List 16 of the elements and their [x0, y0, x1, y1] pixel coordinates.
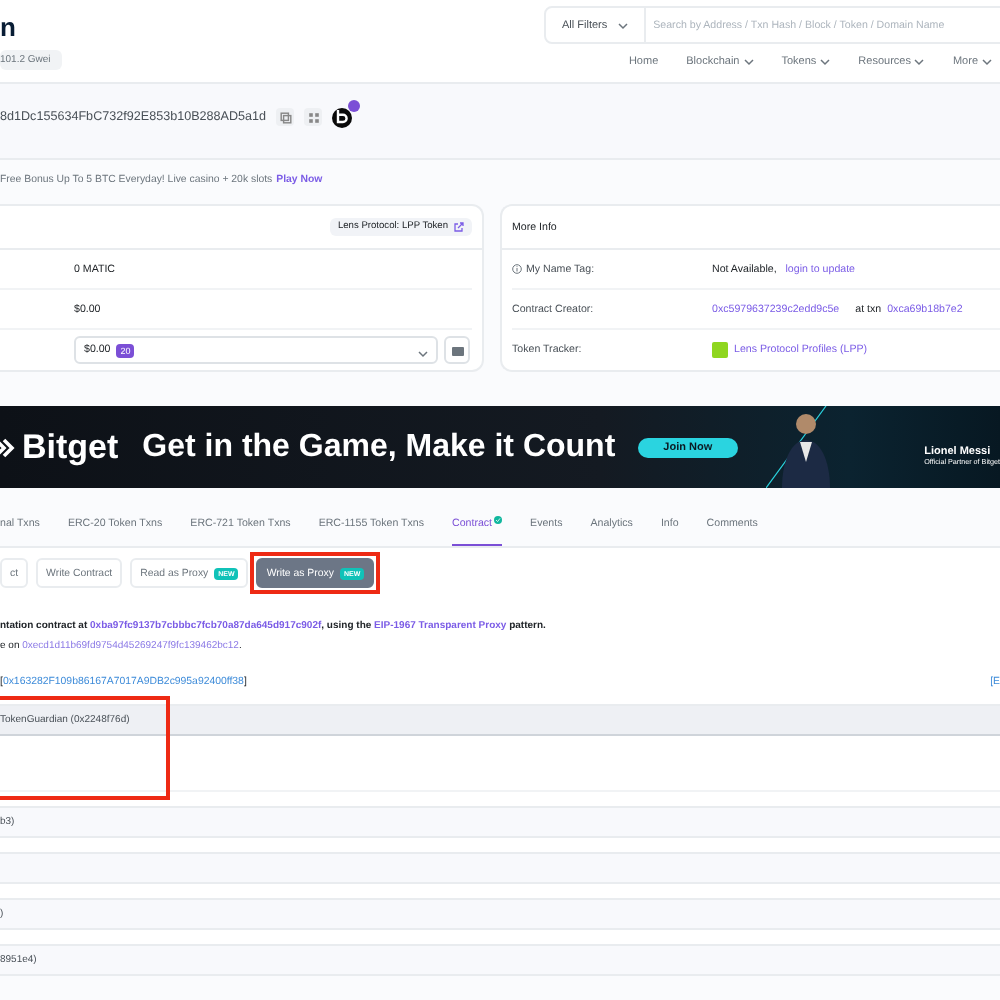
chevron-down-icon — [418, 350, 428, 358]
chevron-down-icon — [982, 58, 992, 66]
chevron-down-icon — [914, 58, 925, 66]
copy-icon[interactable] — [276, 108, 295, 126]
chevron-down-icon — [820, 58, 831, 66]
wallet-button[interactable] — [444, 336, 470, 364]
chevron-down-icon — [743, 58, 754, 66]
external-link-icon — [454, 222, 464, 232]
chevron-down-icon — [617, 21, 628, 29]
site-logo-text[interactable]: n — [0, 16, 63, 40]
info-icon — [512, 264, 522, 274]
wallet-icon — [451, 345, 463, 355]
banner-logo-text: Bitget — [22, 427, 119, 467]
token-logo-icon — [712, 342, 728, 358]
banner-headline: Get in the Game, Make it Count — [142, 429, 616, 465]
grid-icon[interactable] — [304, 108, 323, 126]
